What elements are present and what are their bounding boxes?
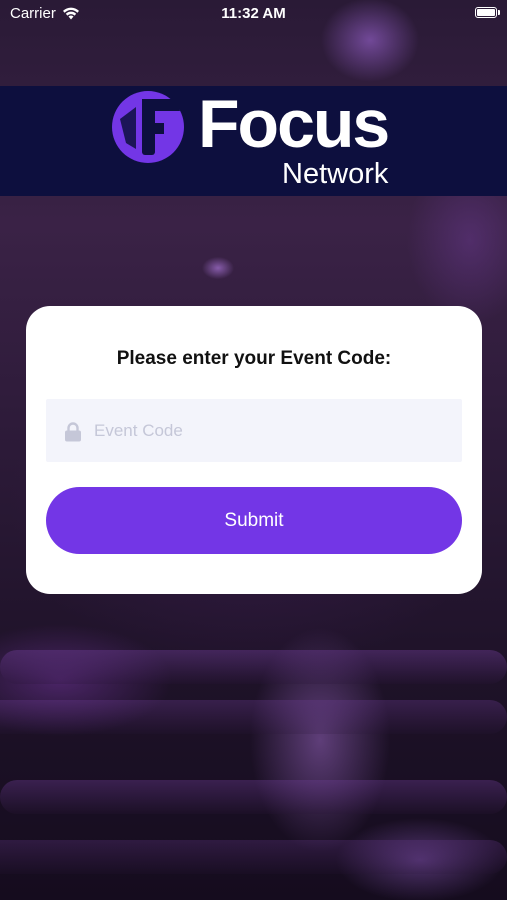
card-title: Please enter your Event Code: <box>116 348 392 369</box>
logo-subtitle: Network <box>282 158 389 190</box>
battery-icon <box>475 7 500 18</box>
event-code-card: Please enter your Event Code: Submit <box>26 306 482 594</box>
status-bar: Carrier 11:32 AM <box>0 0 507 28</box>
event-code-field[interactable] <box>46 399 462 462</box>
focus-logo-icon <box>112 91 184 163</box>
logo-banner: Focus Network <box>0 86 507 196</box>
lock-icon <box>65 422 81 442</box>
event-code-screen: Carrier 11:32 AM Focus Network Please en… <box>0 0 507 900</box>
logo-wordmark: Focus <box>198 86 390 162</box>
submit-button[interactable]: Submit <box>46 487 462 554</box>
event-code-input[interactable] <box>94 399 444 462</box>
status-time: 11:32 AM <box>221 5 286 22</box>
